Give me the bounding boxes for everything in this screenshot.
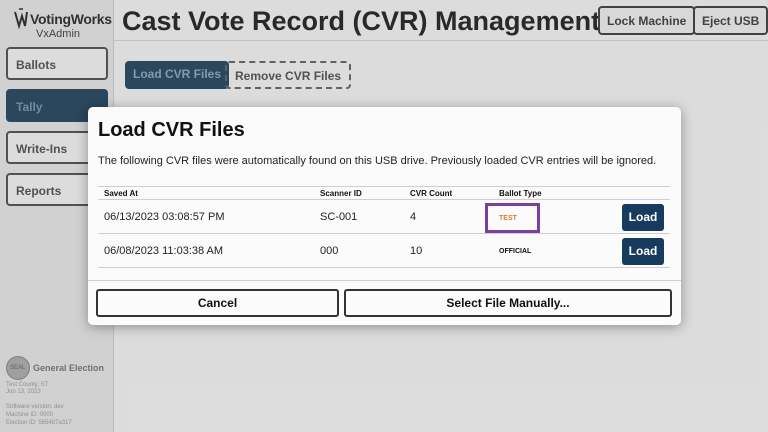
scanner-id-cell: SC-001 [320, 211, 358, 223]
column-header-scanner-id: Scanner ID [320, 189, 362, 198]
modal-description: The following CVR files were automatical… [98, 155, 657, 167]
saved-at-cell: 06/13/2023 03:08:57 PM [104, 211, 225, 223]
modal-footer: Cancel Select File Manually... [88, 280, 681, 325]
saved-at-cell: 06/08/2023 11:03:38 AM [104, 245, 224, 257]
scanner-id-cell: 000 [320, 245, 339, 257]
ballot-type-test-badge: TEST [485, 203, 540, 233]
modal-title: Load CVR Files [98, 119, 245, 141]
cvr-count-cell: 10 [410, 245, 423, 257]
column-header-ballot-type: Ballot Type [499, 189, 542, 198]
select-file-manually-button[interactable]: Select File Manually... [344, 289, 672, 317]
cvr-count-cell: 4 [410, 211, 417, 223]
table-row: 06/13/2023 03:08:57 PM SC-001 4 TEST Loa… [98, 200, 670, 234]
cancel-button[interactable]: Cancel [96, 289, 339, 317]
load-cvr-modal: Load CVR Files The following CVR files w… [88, 107, 681, 325]
table-header-row: Saved At Scanner ID CVR Count Ballot Typ… [98, 186, 670, 200]
ballot-type-label: TEST [499, 215, 517, 222]
column-header-cvr-count: CVR Count [410, 189, 453, 198]
table-row: 06/08/2023 11:03:38 AM 000 10 OFFICIAL L… [98, 234, 670, 268]
ballot-type-official-badge: OFFICIAL [499, 248, 532, 255]
cvr-files-table: Saved At Scanner ID CVR Count Ballot Typ… [98, 186, 670, 268]
column-header-saved-at: Saved At [104, 189, 138, 198]
load-button[interactable]: Load [622, 204, 664, 231]
load-button[interactable]: Load [622, 238, 664, 265]
